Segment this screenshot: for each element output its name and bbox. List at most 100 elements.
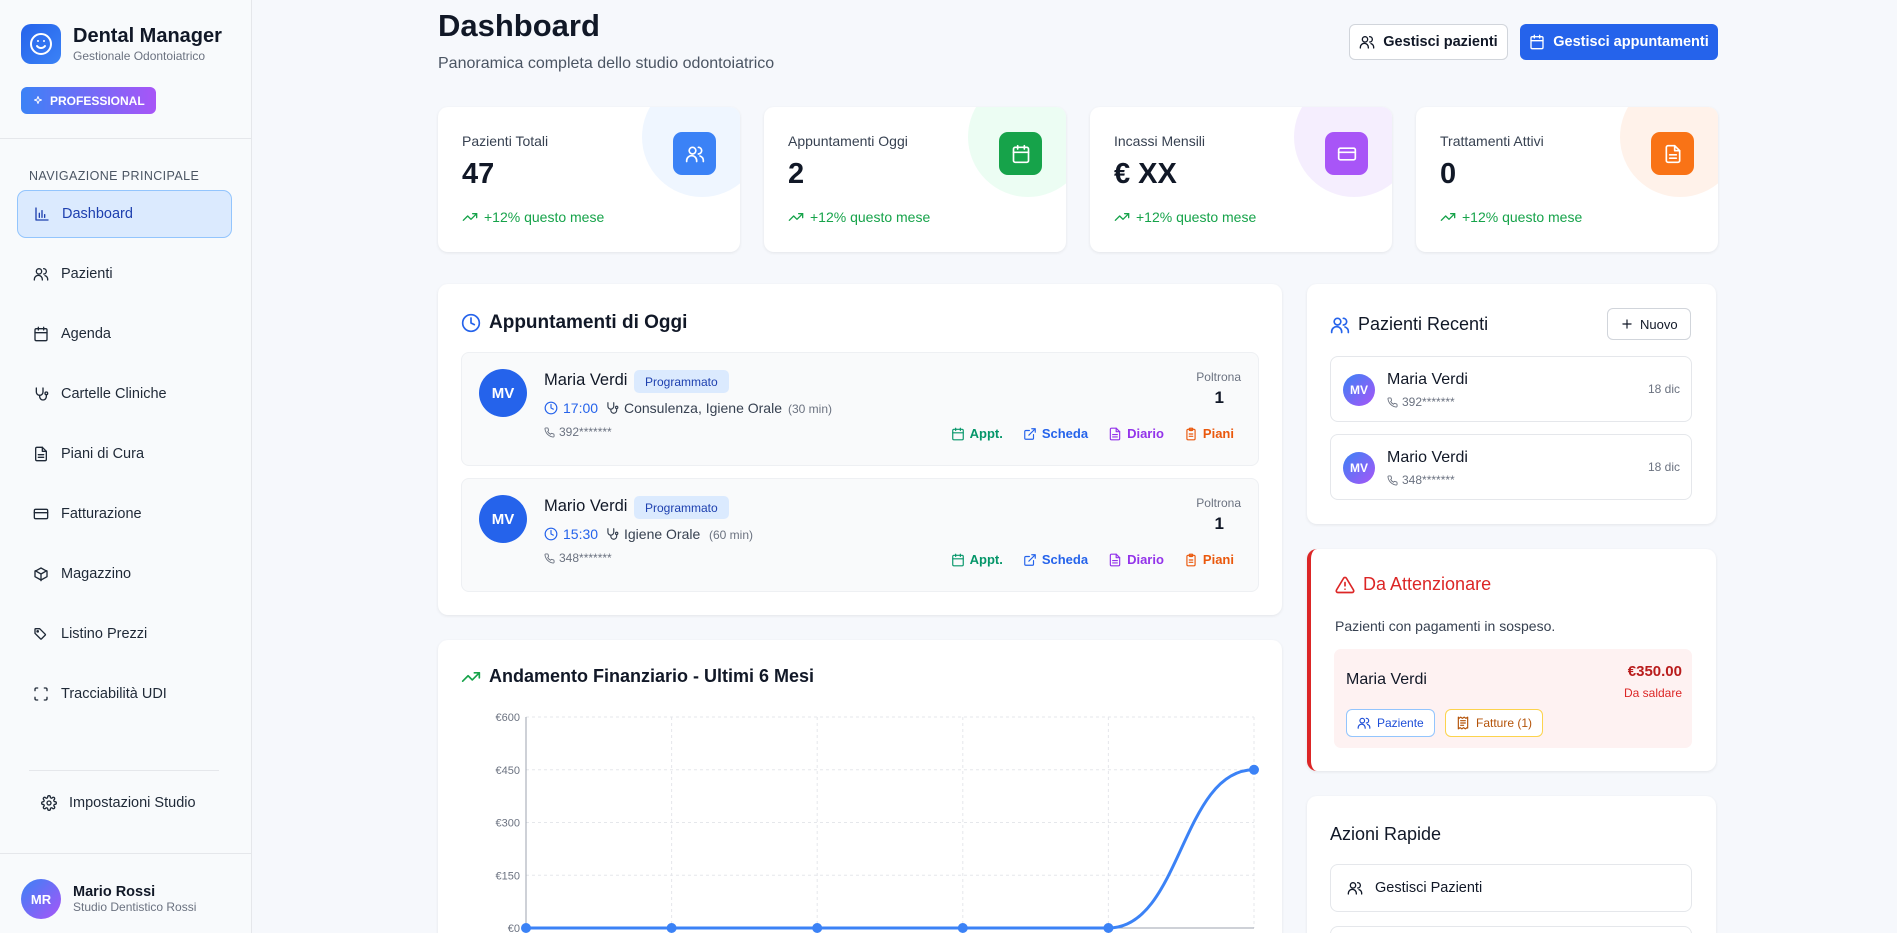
settings-link[interactable]: Impostazioni Studio [41,795,196,811]
appointment-item[interactable]: MV Maria Verdi Programmato 17:00 Consule… [461,352,1259,466]
chair-number: 1 [1214,514,1224,533]
calendar-icon [951,427,964,440]
view-patient-button[interactable]: Paziente [1346,709,1435,737]
patient-phone: 392******* [544,425,612,439]
action-label: Diario [1127,552,1164,567]
quick-action-manage-patients[interactable]: Gestisci Pazienti [1330,864,1692,912]
stat-value: € XX [1114,158,1177,190]
sidebar-item-fatturazione[interactable]: Fatturazione [17,490,232,538]
sidebar-item-label: Magazzino [61,566,132,582]
patient-name[interactable]: Mario Verdi [544,497,627,516]
stat-card-income[interactable]: Incassi Mensili € XX +12% questo mese [1090,107,1392,252]
appointment-duration: (30 min) [788,402,833,416]
stat-card-treatments[interactable]: Trattamenti Attivi 0 +12% questo mese [1416,107,1718,252]
file-icon [1109,553,1121,566]
y-tick-label: €150 [496,870,520,882]
button-label: Nuovo [1640,316,1678,332]
manage-patients-button[interactable]: Gestisci pazienti [1349,24,1508,60]
piani-link[interactable]: Piani [1184,426,1234,441]
clock-icon [544,401,558,415]
card-title-text: Pazienti Recenti [1358,314,1489,334]
sidebar-item-agenda[interactable]: Agenda [17,310,232,358]
data-point [1103,923,1114,933]
stat-label: Appuntamenti Oggi [788,133,908,149]
user-name: Mario Rossi [73,884,156,900]
avatar: MR [21,879,61,919]
chair-number: 1 [1214,388,1224,407]
stat-trend: +12% questo mese [1114,209,1256,225]
users-icon [1330,317,1350,333]
sidebar-item-pazienti[interactable]: Pazienti [17,250,232,298]
brand[interactable]: Dental Manager Gestionale Odontoiatrico [21,24,222,64]
sidebar-item-label: Tracciabilità UDI [61,686,167,702]
piani-link[interactable]: Piani [1184,552,1234,567]
view-invoices-button[interactable]: Fatture (1) [1445,709,1544,737]
appt-link[interactable]: Appt. [951,426,1003,441]
avatar: MV [479,495,527,543]
recent-patients-card: Pazienti Recenti Nuovo MV Maria Verdi 39… [1307,284,1716,524]
stethoscope-icon [607,528,619,540]
scheda-link[interactable]: Scheda [1023,552,1088,567]
sidebar-item-tracciabilita-udi[interactable]: Tracciabilità UDI [17,670,232,718]
todays-appointments-card: Appuntamenti di Oggi MV Maria Verdi Prog… [438,284,1282,615]
amount-status: Da saldare [1623,686,1682,700]
appt-link[interactable]: Appt. [951,552,1003,567]
sidebar-item-piani-di-cura[interactable]: Piani di Cura [17,430,232,478]
receipt-icon [1457,716,1469,730]
y-tick-label: €450 [496,765,520,777]
scan-icon [34,687,48,701]
card-title: Appuntamenti di Oggi [461,312,687,334]
financial-chart-card: Andamento Finanziario - Ultimi 6 Mesi €6… [438,640,1282,933]
phone-text: 392******* [559,425,612,439]
phone-text: 392******* [1402,395,1455,409]
diario-link[interactable]: Diario [1108,552,1164,567]
calendar-icon [34,326,48,342]
scheda-link[interactable]: Scheda [1023,426,1088,441]
sidebar-item-label: Piani di Cura [61,446,145,462]
sidebar-item-listino-prezzi[interactable]: Listino Prezzi [17,610,232,658]
button-label: Paziente [1377,716,1424,730]
sidebar-item-label: Agenda [61,326,111,342]
clock-icon [461,313,481,333]
user-studio: Studio Dentistico Rossi [73,900,197,914]
status-badge: Programmato [634,370,729,393]
phone-icon [544,426,555,437]
trending-up-icon [788,213,804,221]
divider [29,770,219,771]
sidebar-item-magazzino[interactable]: Magazzino [17,550,232,598]
appointment-duration: (60 min) [709,528,754,542]
stat-value: 47 [462,158,495,190]
stat-card-appointments[interactable]: Appuntamenti Oggi 2 +12% questo mese [764,107,1066,252]
stat-trend-text: +12% questo mese [1136,209,1257,225]
avatar: MV [479,369,527,417]
new-patient-button[interactable]: Nuovo [1607,308,1691,340]
diario-link[interactable]: Diario [1108,426,1164,441]
sidebar-item-dashboard[interactable]: Dashboard [17,190,232,238]
stat-label: Trattamenti Attivi [1440,133,1544,149]
sidebar-item-cartelle-cliniche[interactable]: Cartelle Cliniche [17,370,232,418]
stat-label: Pazienti Totali [462,133,549,149]
phone-text: 348******* [1402,473,1455,487]
quick-action-item[interactable] [1330,926,1692,933]
appointment-item[interactable]: MV Mario Verdi Programmato 15:30 Igiene … [461,478,1259,592]
patient-name[interactable]: Maria Verdi [544,371,627,390]
quick-action-label: Gestisci Pazienti [1375,880,1483,896]
card-title: Pazienti Recenti [1330,314,1488,335]
avatar: MV [1343,452,1375,484]
list-item[interactable]: MV Mario Verdi 348******* 18 dic [1330,434,1692,500]
manage-appointments-button[interactable]: Gestisci appuntamenti [1520,24,1718,60]
stat-trend: +12% questo mese [462,209,604,225]
plan-badge: PROFESSIONAL [21,87,156,114]
sidebar-item-label: Listino Prezzi [61,626,148,642]
list-item[interactable]: MV Maria Verdi 392******* 18 dic [1330,356,1692,422]
card-title: Da Attenzionare [1335,574,1491,595]
clipboard-icon [1186,427,1196,440]
user-profile[interactable]: MR Mario Rossi Studio Dentistico Rossi [21,879,196,919]
chart-title: Andamento Finanziario - Ultimi 6 Mesi [489,666,815,686]
card-title: Andamento Finanziario - Ultimi 6 Mesi [461,666,814,687]
avatar: MV [1343,374,1375,406]
chair-label: Poltrona [1196,370,1241,384]
sidebar-item-label: Dashboard [62,206,133,222]
stat-card-patients[interactable]: Pazienti Totali 47 +12% questo mese [438,107,740,252]
treatment-text: Consulenza, Igiene Orale [624,400,782,416]
